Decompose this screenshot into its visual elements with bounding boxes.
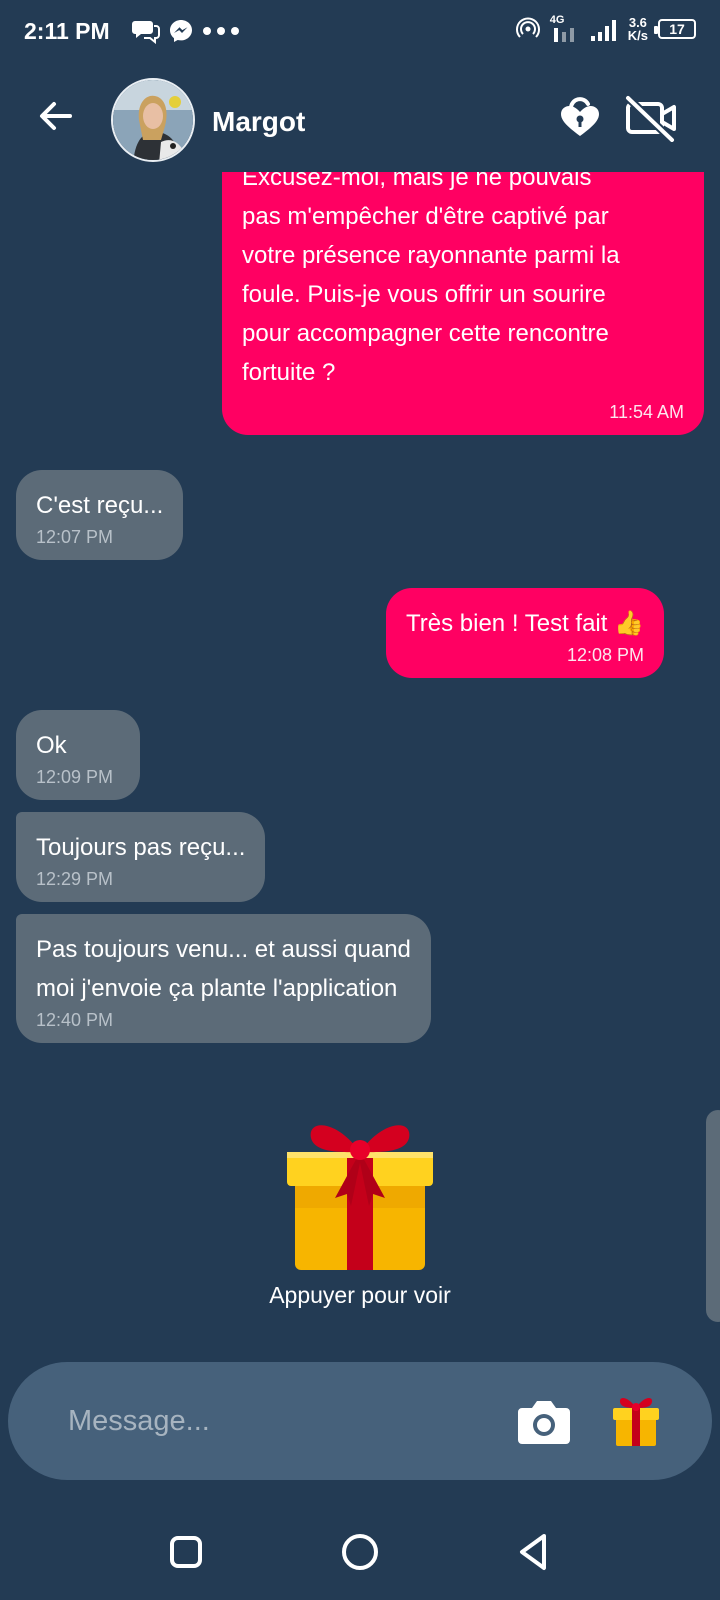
gift-box-icon <box>287 1125 433 1270</box>
message-bubble-outgoing[interactable]: Très bien ! Test fait 👍 12:08 PM <box>386 588 664 678</box>
message-input[interactable] <box>68 1396 508 1446</box>
side-drawer-handle[interactable] <box>706 1110 720 1322</box>
system-nav-bar <box>0 1510 720 1600</box>
message-time: 11:54 AM <box>609 402 684 422</box>
message-text: Pas toujours venu... et aussi quand moi … <box>36 936 411 1002</box>
message-bubble-incoming[interactable]: Ok 12:09 PM <box>16 710 140 800</box>
message-bubble-incoming[interactable]: Toujours pas reçu... 12:29 PM <box>16 812 266 902</box>
message-time: 12:40 PM <box>36 1010 114 1030</box>
notification-icons <box>132 18 240 44</box>
message-bubble-incoming[interactable]: C'est reçu... 12:07 PM <box>16 470 184 560</box>
network-speed: 3.6 K/s <box>627 15 648 43</box>
recent-apps-icon[interactable] <box>162 1528 210 1576</box>
message-composer <box>8 1362 712 1480</box>
more-notifications-icon <box>203 27 239 35</box>
signal-4g-icon: 4G <box>550 14 580 44</box>
contact-name[interactable]: Margot <box>212 106 305 138</box>
gift-message[interactable]: Appuyer pour voir <box>0 1108 720 1318</box>
back-arrow-icon[interactable] <box>34 94 78 138</box>
message-time: 12:09 PM <box>36 767 114 787</box>
system-icons: 4G 3.6 K/s 17 <box>515 14 696 44</box>
status-time: 2:11 PM <box>24 18 110 44</box>
video-off-icon[interactable] <box>624 94 680 142</box>
chat-header: Margot <box>0 72 720 172</box>
message-time: 12:08 PM <box>566 645 644 665</box>
message-time: 12:07 PM <box>36 527 114 547</box>
battery-icon: 17 <box>654 19 696 39</box>
message-text: Ok <box>36 732 67 759</box>
home-icon[interactable] <box>336 1528 384 1576</box>
message-text: Excusez-moi, mais je ne pouvais pas m'em… <box>242 172 620 386</box>
message-text: Très bien ! Test fait 👍 <box>406 610 644 637</box>
chat-bubble-icon <box>132 21 160 44</box>
message-text: Toujours pas reçu... <box>36 834 246 861</box>
message-bubble-incoming[interactable]: Pas toujours venu... et aussi quand moi … <box>16 914 431 1043</box>
hotspot-icon <box>515 17 540 38</box>
heart-lock-icon[interactable] <box>558 94 602 138</box>
status-bar: 2:11 PM 4G 3.6 K/s 17 <box>0 0 720 64</box>
gift-icon[interactable] <box>610 1392 662 1448</box>
avatar[interactable] <box>111 78 195 162</box>
avatar-photo <box>113 80 193 160</box>
message-time: 12:29 PM <box>36 869 114 889</box>
battery-level: 17 <box>669 21 685 37</box>
signal-bars-icon <box>590 20 616 41</box>
messenger-icon <box>170 20 192 42</box>
message-bubble-outgoing[interactable]: Excusez-moi, mais je ne pouvais pas m'em… <box>222 172 704 435</box>
message-text: C'est reçu... <box>36 492 164 519</box>
back-icon[interactable] <box>510 1528 558 1576</box>
camera-icon[interactable] <box>516 1396 572 1446</box>
gift-caption: Appuyer pour voir <box>269 1282 451 1308</box>
